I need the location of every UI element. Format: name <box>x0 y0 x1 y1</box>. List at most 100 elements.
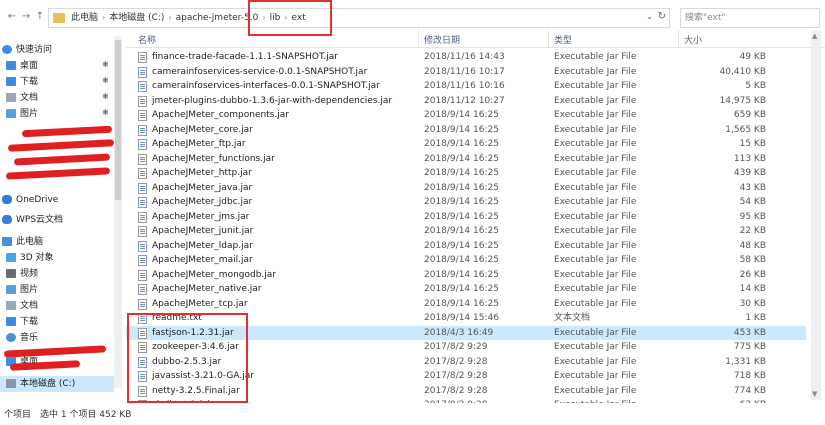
file-row[interactable]: ApacheJMeter_jms.jar 2018/9/14 16:25 Execu… <box>126 210 806 225</box>
file-name: ApacheJMeter_mongodb.jar <box>152 269 276 280</box>
file-row[interactable]: camerainfoservices-service-0.0.1-SNAPSHO… <box>126 65 806 80</box>
file-name: ApacheJMeter_java.jar <box>152 182 253 193</box>
cloud-icon <box>2 195 12 204</box>
file-size: 1,565 KB <box>725 124 766 135</box>
file-row[interactable]: ApacheJMeter_mail.jar 2018/9/14 16:25 Exec… <box>126 253 806 268</box>
file-row[interactable]: ApacheJMeter_jdbc.jar 2018/9/14 16:25 Exec… <box>126 195 806 210</box>
nav-item-pictures[interactable]: 图片 <box>6 106 38 122</box>
column-divider[interactable] <box>678 30 679 48</box>
nav-item-desktop[interactable]: 桌面 <box>6 58 38 74</box>
nav-item-pc-pictures[interactable]: 图片 <box>6 282 38 298</box>
star-icon <box>2 45 12 54</box>
file-row[interactable]: ApacheJMeter_ldap.jar 2018/9/14 16:25 Exec… <box>126 239 806 254</box>
nav-onedrive[interactable]: OneDrive <box>2 192 58 208</box>
crumb-this-pc[interactable]: 此电脑 <box>71 13 98 23</box>
jar-file-icon <box>138 168 147 179</box>
chevron-down-icon[interactable]: ⌄ <box>646 12 653 21</box>
nav-item-pc-downloads[interactable]: 下载 <box>6 314 38 330</box>
file-date: 2018/11/16 10:17 <box>424 66 505 77</box>
nav-item-videos[interactable]: 视频 <box>6 266 38 282</box>
scroll-down-icon[interactable]: ▼ <box>812 390 817 398</box>
file-row[interactable]: ApacheJMeter_functions.jar 2018/9/14 16:2… <box>126 152 806 167</box>
jar-file-icon <box>138 139 147 150</box>
nav-wps[interactable]: WPS云文档 <box>2 212 63 228</box>
file-type: Executable Jar File <box>554 66 637 77</box>
file-type: Executable Jar File <box>554 197 637 207</box>
folder-icon <box>53 13 65 23</box>
file-row[interactable]: ApacheJMeter_junit.jar 2018/9/14 16:25 Exe… <box>126 224 806 239</box>
crumb-jmeter[interactable]: apache-jmeter-5.0 <box>176 13 259 23</box>
file-date: 2018/9/14 16:25 <box>424 168 499 178</box>
jar-file-icon <box>138 81 147 92</box>
scrollbar-thumb[interactable] <box>115 40 121 200</box>
file-size: 43 KB <box>739 182 766 193</box>
file-date: 2018/11/16 10:16 <box>424 81 505 91</box>
redaction-mark <box>5 167 111 180</box>
file-date: 2018/4/3 16:49 <box>424 327 494 338</box>
file-type: Executable Jar File <box>554 240 637 251</box>
file-row[interactable]: ApacheJMeter_ftp.jar 2018/9/14 16:25 Execu… <box>126 137 806 152</box>
file-type: Executable Jar File <box>554 81 637 91</box>
jar-file-icon <box>138 52 147 63</box>
file-type: Executable Jar File <box>554 124 637 135</box>
column-name[interactable]: 名称 <box>138 33 156 46</box>
column-type[interactable]: 类型 <box>554 33 572 46</box>
file-date: 2018/9/14 16:25 <box>424 182 499 193</box>
refresh-icon[interactable]: ↻ <box>658 11 666 22</box>
nav-item-music[interactable]: 音乐 <box>6 330 38 346</box>
file-row[interactable]: ApacheJMeter_native.jar 2018/9/14 16:25 Ex… <box>126 282 806 297</box>
file-size: 54 KB <box>739 197 766 207</box>
back-icon[interactable]: ← <box>6 11 18 23</box>
nav-item-local-disk[interactable]: 本地磁盘 (C:) <box>0 376 114 392</box>
file-size: 48 KB <box>739 240 766 251</box>
file-row[interactable]: ApacheJMeter_tcp.jar 2018/9/14 16:25 Execu… <box>126 297 806 312</box>
file-name: camerainfoservices-interfaces-0.0.1-SNAP… <box>152 81 380 91</box>
file-row[interactable]: ApacheJMeter_mongodb.jar 2018/9/14 16:25 E… <box>126 268 806 283</box>
column-divider[interactable] <box>548 30 549 48</box>
column-size[interactable]: 大小 <box>684 33 702 46</box>
file-list-scrollbar[interactable]: ▲ ▼ <box>811 30 821 400</box>
address-bar[interactable]: 此电脑 › 本地磁盘 (C:) › apache-jmeter-5.0 › lib › ext … <box>48 8 670 28</box>
file-size: 22 KB <box>739 226 766 236</box>
file-row[interactable]: camerainfoservices-interfaces-0.0.1-SNAP… <box>126 79 806 94</box>
file-size: 95 KB <box>739 211 766 222</box>
nav-item-3d[interactable]: 3D 对象 <box>6 250 54 266</box>
search-input[interactable]: 搜索"ext" <box>680 8 820 28</box>
file-size: 49 KB <box>739 52 766 62</box>
file-row[interactable]: ApacheJMeter_java.jar 2018/9/14 16:25 Exec… <box>126 181 806 196</box>
jar-file-icon <box>138 124 147 136</box>
wps-cloud-icon <box>2 215 12 224</box>
file-date: 2018/9/14 16:25 <box>424 124 499 135</box>
drive-icon <box>6 379 16 388</box>
file-name: ApacheJMeter_ldap.jar <box>152 240 253 251</box>
file-name: finance-trade-facade-1.1.1-SNAPSHOT.jar <box>152 52 338 62</box>
file-row[interactable]: ApacheJMeter_core.jar 2018/9/14 16:25 Exec… <box>126 123 806 138</box>
file-type: Executable Jar File <box>554 356 637 367</box>
forward-icon[interactable]: → <box>20 11 32 23</box>
file-type: Executable Jar File <box>554 211 637 222</box>
file-type: Executable Jar File <box>554 110 637 120</box>
file-date: 2018/9/14 16:25 <box>424 153 499 164</box>
column-date[interactable]: 修改日期 <box>424 33 460 46</box>
nav-item-documents[interactable]: 文档 <box>6 90 38 106</box>
item-count: 个项目 <box>4 410 32 420</box>
column-divider[interactable] <box>418 30 419 48</box>
crumb-local-disk[interactable]: 本地磁盘 (C:) <box>109 13 164 23</box>
nav-item-downloads[interactable]: 下载 <box>6 74 38 90</box>
file-row[interactable]: jmeter-plugins-dubbo-1.3.6-jar-with-depe… <box>126 94 806 109</box>
pin-icon: ✱ <box>102 60 109 69</box>
file-row[interactable]: ApacheJMeter_components.jar 2018/9/14 16:… <box>126 108 806 123</box>
nav-quick-access[interactable]: 快速访问 <box>2 42 52 58</box>
selection-info: 选中 1 个项目 452 KB <box>40 410 132 420</box>
scroll-up-icon[interactable]: ▲ <box>812 32 817 40</box>
nav-scrollbar[interactable] <box>114 36 122 388</box>
nav-item-pc-documents[interactable]: 文档 <box>6 298 38 314</box>
file-type: Executable Jar File <box>554 226 637 236</box>
file-row[interactable]: finance-trade-facade-1.1.1-SNAPSHOT.jar 2… <box>126 50 806 65</box>
up-icon[interactable]: ↑ <box>34 11 46 23</box>
jar-file-icon <box>138 269 147 281</box>
pin-icon: ✱ <box>102 92 109 101</box>
file-row[interactable]: ApacheJMeter_http.jar 2018/9/14 16:25 Exec… <box>126 166 806 181</box>
nav-this-pc[interactable]: 此电脑 <box>2 234 43 250</box>
jar-file-icon <box>138 211 147 223</box>
